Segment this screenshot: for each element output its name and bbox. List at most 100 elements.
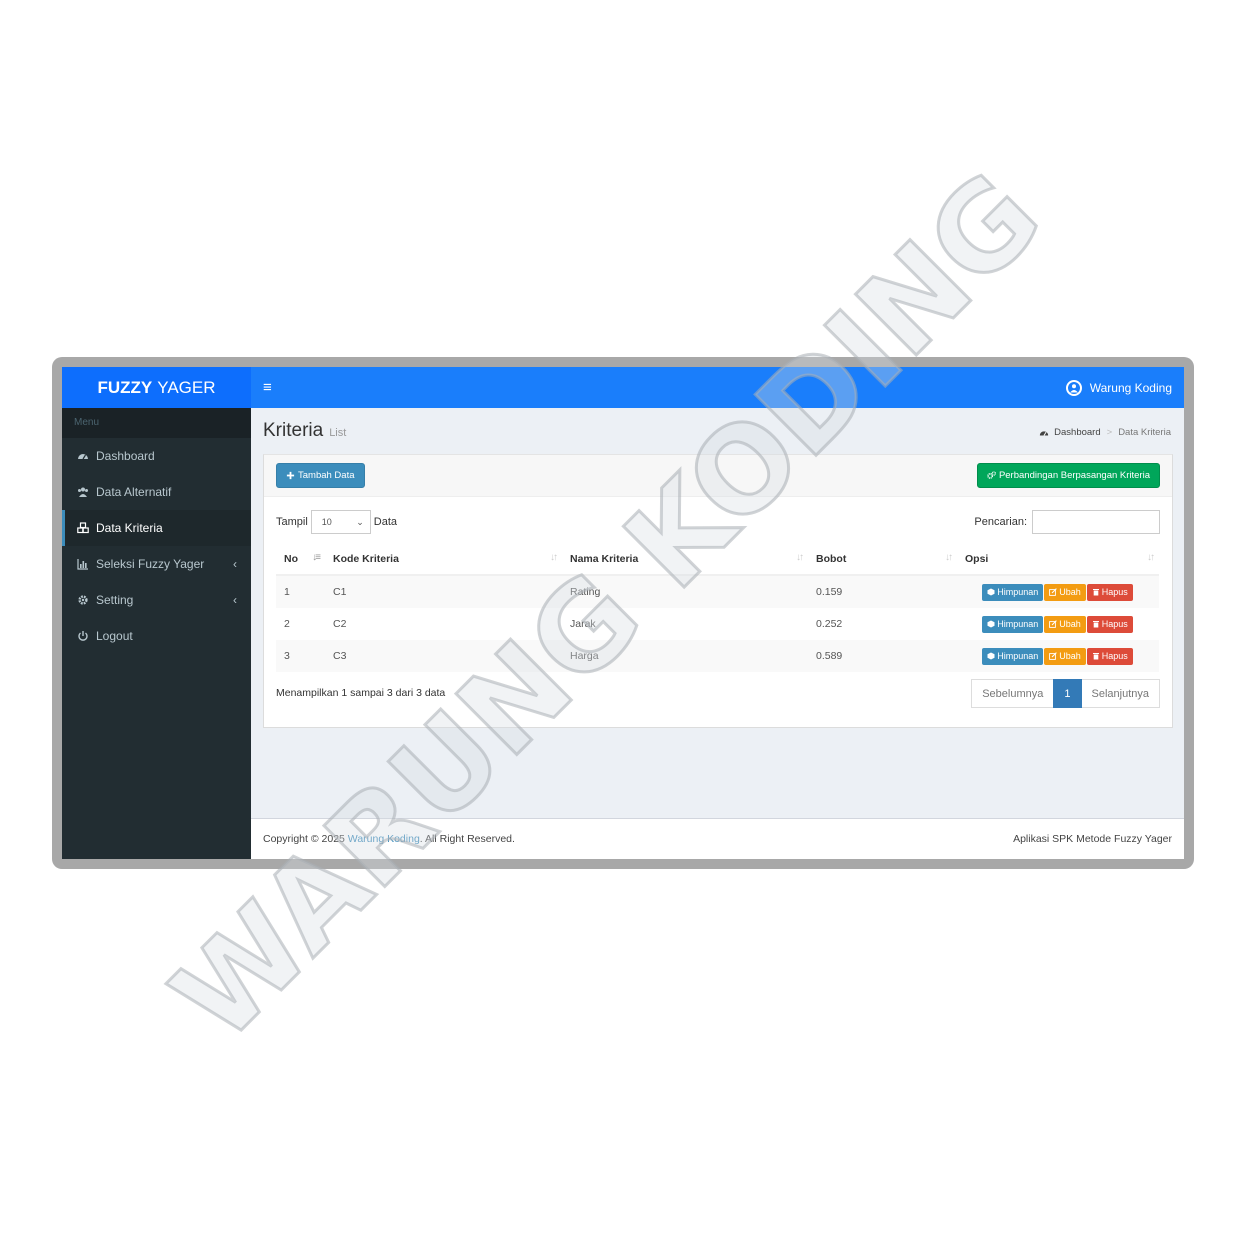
column-header-label: Bobot: [816, 553, 847, 565]
breadcrumb-current: Data Kriteria: [1118, 427, 1171, 438]
bar-chart-icon: [76, 557, 90, 571]
brand-logo[interactable]: FUZZY YAGER: [62, 367, 251, 408]
delete-button[interactable]: Hapus: [1086, 615, 1133, 633]
trash-icon: [1092, 621, 1099, 628]
pagination-page-button[interactable]: 1: [1053, 679, 1082, 708]
column-header-bobot[interactable]: Bobot ↓↑: [808, 544, 957, 576]
himpunan-button[interactable]: Himpunan: [982, 583, 1044, 601]
column-header-no[interactable]: No ↓≡: [276, 544, 325, 576]
sidebar-item-label: Dashboard: [96, 449, 155, 463]
footer-link[interactable]: Warung Koding: [348, 833, 420, 845]
compare-criteria-label: Perbandingan Berpasangan Kriteria: [998, 470, 1150, 481]
edit-button[interactable]: Ubah: [1044, 647, 1086, 665]
add-data-button[interactable]: Tambah Data: [276, 463, 365, 488]
himpunan-label: Himpunan: [997, 619, 1039, 629]
pagination-prev-button[interactable]: Sebelumnya: [971, 679, 1054, 708]
cogs-icon: [987, 471, 996, 479]
user-avatar-icon: [1065, 379, 1082, 396]
edit-label: Ubah: [1059, 587, 1081, 597]
delete-label: Hapus: [1101, 619, 1128, 629]
sidebar-item-setting[interactable]: Setting ‹: [62, 582, 251, 618]
delete-button[interactable]: Hapus: [1086, 583, 1133, 601]
sidebar-item-logout[interactable]: Logout: [62, 618, 251, 654]
footer-copyright-suffix: . All Right Reserved.: [419, 833, 515, 845]
sidebar-item-label: Seleksi Fuzzy Yager: [96, 557, 205, 571]
page-title-text: Kriteria: [263, 420, 324, 441]
delete-label: Hapus: [1101, 651, 1128, 661]
search-input[interactable]: [1032, 510, 1160, 534]
sort-asc-icon: ↓≡: [312, 552, 321, 563]
gear-icon: [76, 593, 90, 607]
pagination: Sebelumnya 1 Selanjutnya: [971, 679, 1160, 708]
sort-icon: ↓↑: [796, 552, 804, 563]
search-label: Pencarian:: [974, 516, 1027, 528]
trash-icon: [1092, 589, 1099, 596]
trash-icon: [1092, 653, 1099, 660]
user-name: Warung Koding: [1089, 380, 1172, 395]
breadcrumb-separator: >: [1106, 427, 1113, 438]
column-header-opsi[interactable]: Opsi ↓↑: [957, 544, 1159, 576]
chevron-left-icon: ‹: [233, 557, 237, 571]
sidebar-item-seleksi-fuzzy-yager[interactable]: Seleksi Fuzzy Yager ‹: [62, 546, 251, 582]
delete-label: Hapus: [1101, 587, 1128, 597]
compare-criteria-button[interactable]: Perbandingan Berpasangan Kriteria: [976, 463, 1160, 488]
table-info: Menampilkan 1 sampai 3 dari 3 data: [276, 687, 446, 699]
edit-button[interactable]: Ubah: [1044, 583, 1086, 601]
column-header-kode[interactable]: Kode Kriteria ↓↑: [325, 544, 562, 576]
cubes-icon: [76, 521, 90, 535]
sidebar-item-dashboard[interactable]: Dashboard: [62, 438, 251, 474]
footer: Copyright © 2025 Warung Koding. All Righ…: [251, 818, 1184, 859]
table-row: 3 C3 Harga 0.589 Himpunan Ubah Hapus: [276, 640, 1159, 672]
edit-button[interactable]: Ubah: [1044, 615, 1086, 633]
hamburger-icon[interactable]: ≡: [263, 379, 272, 396]
cube-icon: [987, 620, 995, 628]
column-header-label: Kode Kriteria: [333, 553, 399, 565]
dashboard-icon: [1039, 430, 1049, 436]
sort-icon: ↓↑: [550, 552, 558, 563]
pagination-next-button[interactable]: Selanjutnya: [1081, 679, 1160, 708]
add-data-label: Tambah Data: [298, 470, 355, 481]
chevron-down-icon: ⌄: [356, 516, 364, 527]
cell-nama: Rating: [562, 575, 808, 608]
himpunan-label: Himpunan: [997, 651, 1039, 661]
sort-icon: ↓↑: [945, 552, 953, 563]
dashboard-icon: [76, 449, 90, 463]
show-label: Tampil: [276, 516, 308, 528]
himpunan-button[interactable]: Himpunan: [982, 615, 1044, 633]
himpunan-button[interactable]: Himpunan: [982, 647, 1044, 665]
delete-button[interactable]: Hapus: [1086, 647, 1133, 665]
footer-app-name: Aplikasi SPK Metode Fuzzy Yager: [1013, 833, 1172, 845]
himpunan-label: Himpunan: [997, 587, 1039, 597]
sidebar: Menu Dashboard Data Alternatif Data Krit…: [62, 408, 251, 859]
sidebar-item-label: Data Alternatif: [96, 485, 172, 499]
search-control: Pencarian:: [974, 509, 1160, 535]
page-length-select[interactable]: 10 ⌄: [310, 510, 371, 534]
footer-copyright-prefix: Copyright © 2025: [263, 833, 345, 845]
cell-kode: C1: [325, 575, 562, 608]
users-icon: [76, 485, 90, 499]
box-header: Tambah Data Perbandingan Berpasangan Kri…: [264, 455, 1172, 497]
user-menu[interactable]: Warung Koding: [1065, 379, 1172, 396]
app-window: FUZZY YAGER ≡ Warung Koding Menu Dashboa…: [62, 367, 1184, 859]
edit-icon: [1049, 620, 1058, 628]
table-controls: Tampil 10 ⌄ Data Pencarian:: [276, 509, 1160, 535]
kriteria-table: No ↓≡ Kode Kriteria ↓↑ Nama Kriteria ↓↑ Bob…: [276, 544, 1159, 672]
main-content: Kriteria List Dashboard > Data Kriteria T…: [251, 408, 1184, 818]
plus-icon: [286, 471, 295, 480]
sidebar-item-label: Data Kriteria: [96, 521, 163, 535]
column-header-nama[interactable]: Nama Kriteria ↓↑: [562, 544, 808, 576]
cell-nama: Jarak: [570, 618, 596, 630]
sidebar-item-data-kriteria[interactable]: Data Kriteria: [62, 510, 251, 546]
breadcrumb-home[interactable]: Dashboard: [1054, 427, 1100, 438]
footer-copyright: Copyright © 2025 Warung Koding. All Righ…: [263, 833, 515, 845]
page-title: Kriteria List: [263, 420, 346, 442]
cell-no: 1: [276, 575, 325, 608]
table-row: 2 C2 Jarak 0.252 Himpunan Ubah Hapus: [276, 608, 1159, 640]
cell-bobot: 0.589: [808, 640, 957, 672]
column-header-label: Opsi: [965, 553, 989, 565]
page-length-control: Tampil 10 ⌄ Data: [276, 509, 397, 535]
column-header-label: Nama Kriteria: [570, 553, 639, 565]
show-suffix: Data: [373, 516, 398, 528]
cell-bobot: 0.252: [816, 618, 843, 630]
sidebar-item-data-alternatif[interactable]: Data Alternatif: [62, 474, 251, 510]
